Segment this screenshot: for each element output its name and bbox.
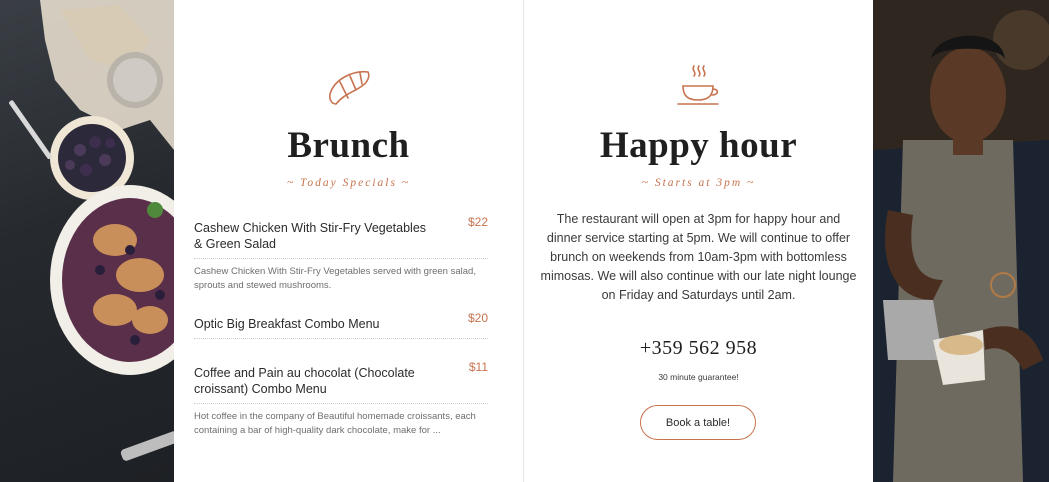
menu-item-header: Cashew Chicken With Stir-Fry Vegetables … xyxy=(194,215,488,259)
menu-item[interactable]: Optic Big Breakfast Combo Menu $20 xyxy=(194,311,488,339)
menu-item-description: Hot coffee in the company of Beautiful h… xyxy=(194,411,476,436)
brunch-subtitle: ~ Today Specials ~ xyxy=(286,177,411,189)
coffee-cup-icon xyxy=(676,65,719,105)
menu-item-price: $11 xyxy=(468,360,488,374)
menu-item-description: Cashew Chicken With Stir-Fry Vegetables … xyxy=(194,266,476,291)
barista-illustration xyxy=(873,0,1049,482)
food-illustration xyxy=(9,0,174,461)
brunch-title: Brunch xyxy=(287,125,410,166)
happy-hour-panel: Happy hour ~ Starts at 3pm ~ The restaur… xyxy=(524,0,873,482)
menu-item[interactable]: Cashew Chicken With Stir-Fry Vegetables … xyxy=(194,215,488,293)
croissant-icon xyxy=(328,70,370,105)
menu-item-price: $22 xyxy=(467,215,488,229)
menu-item-name: Coffee and Pain au chocolat (Chocolate c… xyxy=(194,366,415,396)
brunch-panel: Brunch ~ Today Specials ~ Cashew Chicken… xyxy=(174,0,523,482)
menu-item-price: $20 xyxy=(467,311,488,325)
brunch-menu-list: Cashew Chicken With Stir-Fry Vegetables … xyxy=(194,215,488,438)
menu-item-header: Optic Big Breakfast Combo Menu $20 xyxy=(194,311,488,339)
happy-hour-description: The restaurant will open at 3pm for happ… xyxy=(540,212,857,302)
guarantee-note: 30 minute guarantee! xyxy=(658,372,739,382)
phone-number[interactable]: +359 562 958 xyxy=(524,337,873,360)
menu-item[interactable]: Coffee and Pain au chocolat (Chocolate c… xyxy=(194,360,488,438)
coffee-cup-icon-wrap xyxy=(524,62,873,112)
book-table-button[interactable]: Book a table! xyxy=(640,405,756,440)
brunch-food-photo xyxy=(0,0,174,482)
menu-item-header: Coffee and Pain au chocolat (Chocolate c… xyxy=(194,360,488,404)
barista-photo xyxy=(873,0,1049,482)
menu-item-name: Cashew Chicken With Stir-Fry Vegetables … xyxy=(194,221,427,251)
happy-hour-title: Happy hour xyxy=(599,125,798,166)
croissant-icon-wrap xyxy=(174,62,523,112)
happy-hour-subtitle: ~ Starts at 3pm ~ xyxy=(641,177,756,189)
menu-item-name: Optic Big Breakfast Combo Menu xyxy=(194,317,380,331)
